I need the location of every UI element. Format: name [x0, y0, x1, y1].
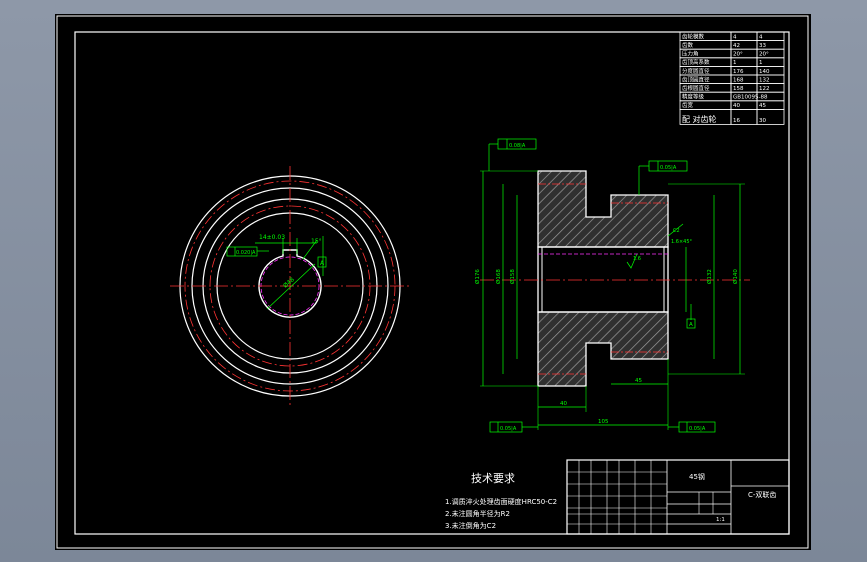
front-view: 14±0.03 15° Ø48 0.020|A A	[170, 166, 410, 406]
front-datum-text: A	[320, 260, 325, 267]
param-label: 齿顶高系数	[682, 58, 710, 66]
param-value-a: 20°	[733, 52, 743, 58]
svg-text:0.05|A: 0.05|A	[500, 426, 517, 432]
param-value-a: 1	[733, 60, 737, 66]
tech-req-item-1: 1.调质淬火处理齿面硬度HRC50-C2	[445, 497, 557, 506]
dim-right-outer-text: Ø140	[732, 269, 739, 284]
cad-drawing: 齿轮模数 4 4齿数 42 33压力角 20° 20°齿顶高系数 1 1分度圆直径 176 140齿…	[56, 15, 809, 549]
param-label: 齿数	[682, 41, 694, 49]
dim-width-left-text: 40	[560, 401, 567, 407]
param-value-a: 16	[733, 118, 740, 124]
param-row: 精度等级 GB10095-88	[679, 91, 785, 102]
param-label: 齿根圆直径	[682, 84, 710, 92]
param-value-a: 4	[733, 34, 737, 40]
keyway-dim-text: 14±0.03	[259, 234, 285, 241]
title-material: 45钢	[689, 472, 705, 481]
param-label: 齿宽	[682, 101, 694, 109]
param-value-b: 122	[759, 86, 770, 92]
tolerance-bottom-left: 0.05|A	[489, 421, 538, 433]
dim-left-inner-text: Ø158	[509, 269, 516, 284]
param-value-a: GB10095-88	[733, 95, 768, 101]
dim-right-mid-text: Ø132	[706, 269, 713, 284]
section-lower-hatch	[537, 311, 669, 387]
param-value-b: 132	[759, 77, 770, 83]
param-value-a: 168	[733, 77, 744, 83]
dim-width-right-text: 45	[635, 378, 642, 384]
param-row: 配 对齿轮 16 30	[679, 109, 785, 125]
svg-text:0.05|A: 0.05|A	[660, 165, 677, 171]
tolerance-top-left: 0.08|A	[488, 138, 537, 171]
param-row: 齿宽 40 45	[679, 100, 785, 110]
param-row: 齿顶圆直径 168 132	[679, 74, 785, 85]
roughness-text: 1.6	[633, 256, 641, 262]
dim-width-total-text: 105	[598, 419, 609, 425]
param-row: 压力角 20° 20°	[679, 48, 785, 59]
svg-text:0.05|A: 0.05|A	[689, 426, 706, 432]
bore-dim-line	[266, 263, 316, 310]
section-bore	[537, 246, 669, 313]
param-value-a: 40	[733, 103, 740, 109]
param-value-b: 140	[759, 69, 770, 75]
front-ref-text: 0.020|A	[236, 250, 256, 256]
angle-dim-text: 15°	[311, 238, 322, 245]
param-label: 精度等级	[682, 93, 705, 101]
param-value-b: 45	[759, 103, 766, 109]
param-label: 配 对齿轮	[682, 114, 717, 124]
dim-left-mid-text: Ø168	[495, 269, 502, 284]
parameter-table: 齿轮模数 4 4齿数 42 33压力角 20° 20°齿顶高系数 1 1分度圆直径 176 140齿…	[679, 31, 785, 125]
bore-dim-text: Ø48	[282, 276, 296, 290]
tech-req-item-3: 3.未注倒角为C2	[445, 521, 496, 530]
svg-text:0.08|A: 0.08|A	[509, 143, 526, 149]
param-row: 齿轮模数 4 4	[679, 31, 785, 42]
section-view: Ø176 Ø168 Ø158 Ø132 Ø140 40 45 105 0.08|…	[474, 138, 750, 433]
dim-left-outer-text: Ø176	[474, 269, 481, 284]
title-scale: 1:1	[716, 517, 725, 523]
param-row: 齿数 42 33	[679, 40, 785, 50]
param-row: 齿根圆直径 158 122	[679, 83, 785, 93]
section-upper-hatch	[537, 170, 669, 248]
param-value-a: 42	[733, 43, 740, 49]
title-part-name: C-双联齿	[748, 490, 776, 499]
param-row: 齿顶高系数 1 1	[679, 57, 785, 67]
technical-requirements: 技术要求 1.调质淬火处理齿面硬度HRC50-C2 2.未注圆角半径为R2 3.…	[445, 472, 557, 530]
param-label: 齿顶圆直径	[682, 75, 710, 83]
param-value-b: 1	[759, 60, 763, 66]
param-row: 分度圆直径 176 140	[679, 66, 785, 76]
param-value-b: 4	[759, 34, 763, 40]
tolerance-bottom-right: 0.05|A	[668, 421, 716, 433]
tech-req-title: 技术要求	[471, 472, 515, 485]
param-value-b: 20°	[759, 52, 769, 58]
param-label: 压力角	[682, 50, 699, 58]
param-value-a: 176	[733, 69, 744, 75]
drawing-sheet: 齿轮模数 4 4 齿数 42 33 压力角 20° 20° 齿顶高系数 1 1 分度圆直径 176 140 齿…	[55, 14, 811, 550]
chamfer-angle-text: 1.6×45°	[671, 239, 693, 245]
title-block: 45钢 C-双联齿 1:1	[566, 459, 790, 535]
param-label: 齿轮模数	[682, 32, 705, 40]
tolerance-top-right: 0.05|A	[638, 160, 688, 195]
param-label: 分度圆直径	[682, 67, 710, 75]
param-value-b: 30	[759, 118, 766, 124]
param-value-a: 158	[733, 86, 744, 92]
section-datum-text: A	[689, 322, 693, 328]
param-value-b: 33	[759, 43, 766, 49]
tech-req-item-2: 2.未注圆角半径为R2	[445, 509, 510, 518]
chamfer-text: C2	[673, 228, 680, 234]
